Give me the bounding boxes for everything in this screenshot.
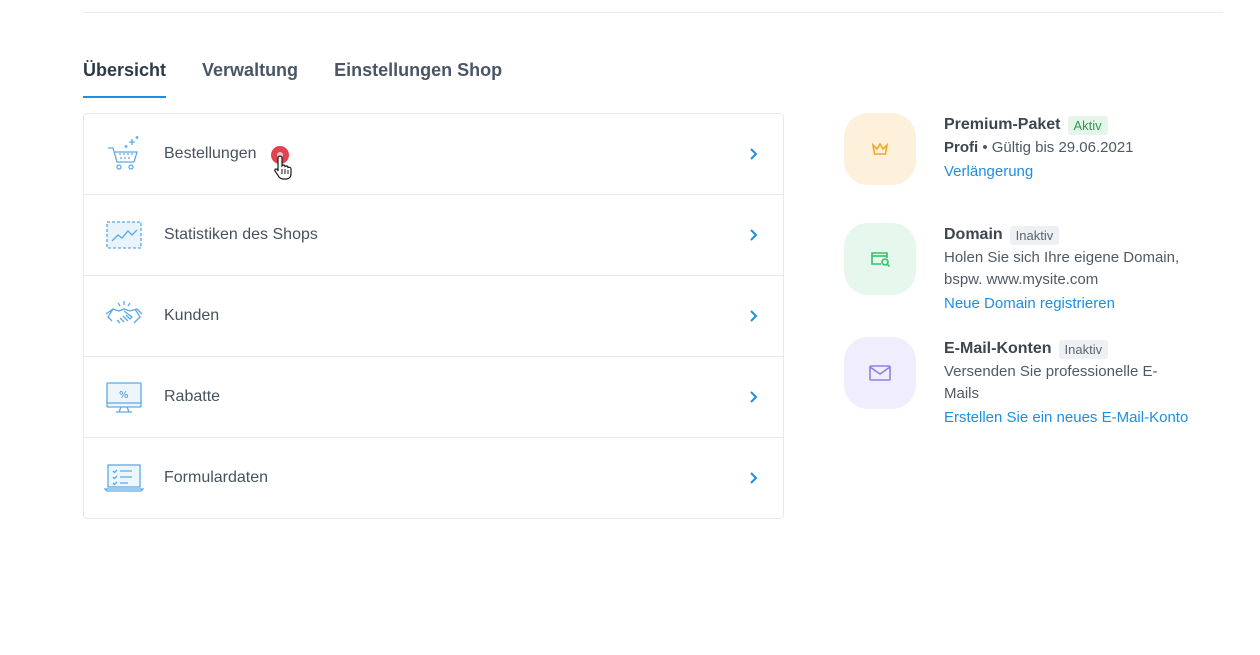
premium-package: Premium-Paket Aktiv Profi • Gültig bis 2… xyxy=(844,113,1224,223)
domain-tile xyxy=(844,223,916,295)
laptop-form-icon xyxy=(104,464,144,492)
menu-item-formulardaten[interactable]: Formulardaten xyxy=(84,438,783,518)
monitor-percent-icon: % xyxy=(106,382,142,413)
crown-icon xyxy=(871,142,889,155)
register-domain-link[interactable]: Neue Domain registrieren xyxy=(944,291,1214,317)
envelope-icon xyxy=(869,365,891,381)
menu-item-label: Kunden xyxy=(164,307,220,324)
services-panel: Premium-Paket Aktiv Profi • Gültig bis 2… xyxy=(844,113,1224,447)
chevron-right-icon xyxy=(750,472,758,484)
email-tile xyxy=(844,337,916,409)
premium-plan: Profi • Gültig bis 29.06.2021 xyxy=(944,137,1214,159)
menu-item-rabatte[interactable]: % Rabatte xyxy=(84,357,783,438)
menu-item-label: Statistiken des Shops xyxy=(164,226,318,243)
domain-title: Domain xyxy=(944,226,1003,243)
domain-service: Domain Inaktiv Holen Sie sich Ihre eigen… xyxy=(844,223,1224,337)
top-divider xyxy=(83,12,1223,13)
chevron-right-icon xyxy=(750,148,758,160)
cart-icon xyxy=(108,136,139,170)
menu-item-label: Rabatte xyxy=(164,388,221,405)
menu-item-label: Bestellungen xyxy=(164,145,257,162)
plan-name: Profi xyxy=(944,139,979,156)
menu-item-label: Formulardaten xyxy=(164,469,269,486)
menu-item-kunden[interactable]: Kunden xyxy=(84,276,783,357)
premium-tile xyxy=(844,113,916,185)
tab-einstellungen-shop[interactable]: Einstellungen Shop xyxy=(334,58,502,98)
chevron-right-icon xyxy=(750,229,758,241)
handshake-icon xyxy=(105,301,143,324)
domain-search-icon xyxy=(871,252,891,268)
status-badge: Inaktiv xyxy=(1058,339,1109,359)
email-description: Versenden Sie professionelle E-Mails xyxy=(944,363,1158,402)
menu-item-statistiken[interactable]: Statistiken des Shops xyxy=(84,195,783,276)
email-service: E-Mail-Konten Inaktiv Versenden Sie prof… xyxy=(844,337,1224,447)
domain-description: Holen Sie sich Ihre eigene Domain, bspw.… xyxy=(944,249,1180,288)
hand-cursor-icon xyxy=(274,155,292,180)
tab-bar: Übersicht Verwaltung Einstellungen Shop xyxy=(83,58,538,98)
chevron-right-icon xyxy=(750,391,758,403)
email-title: E-Mail-Konten xyxy=(944,340,1052,357)
status-badge: Aktiv xyxy=(1067,115,1108,135)
chevron-right-icon xyxy=(750,310,758,322)
premium-title: Premium-Paket xyxy=(944,116,1061,133)
tab-verwaltung[interactable]: Verwaltung xyxy=(202,58,298,98)
tab-uebersicht[interactable]: Übersicht xyxy=(83,58,167,98)
create-email-link[interactable]: Erstellen Sie ein neues E-Mail-Konto xyxy=(944,405,1214,431)
chart-icon xyxy=(106,221,142,249)
svg-text:%: % xyxy=(119,390,129,401)
renew-link[interactable]: Verlängerung xyxy=(944,159,1214,185)
status-badge: Inaktiv xyxy=(1009,225,1060,245)
menu-item-bestellungen[interactable]: Bestellungen xyxy=(84,114,783,195)
plan-validity: • Gültig bis 29.06.2021 xyxy=(978,139,1134,156)
menu-card: Bestellungen Statistiken des Shops Kunde… xyxy=(83,113,784,519)
